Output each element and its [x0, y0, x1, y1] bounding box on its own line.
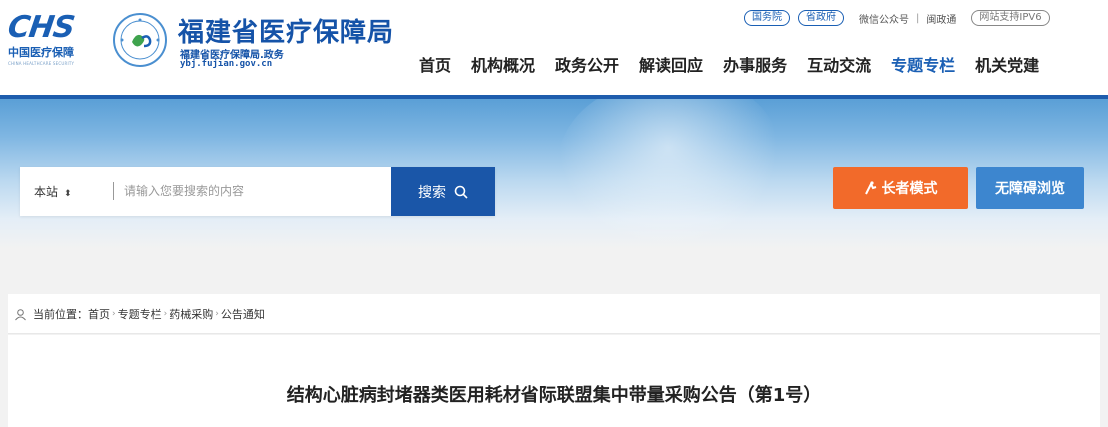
- nav-item-about[interactable]: 机构概况: [471, 52, 535, 76]
- breadcrumb-item-home[interactable]: 首页: [88, 306, 110, 322]
- site-domain: ybj.fujian.gov.cn: [180, 59, 273, 69]
- chs-logo[interactable]: CHS 中国医疗保障 CHINA HEALTHCARE SECURITY: [5, 10, 92, 66]
- sort-arrows-icon: ⬍: [64, 189, 72, 199]
- site-title[interactable]: 福建省医疗保障局: [178, 12, 394, 49]
- accessible-browse-label: 无障碍浏览: [995, 181, 1065, 197]
- elder-mode-label: 长者模式: [881, 181, 938, 197]
- chs-logo-cn-name: 中国医疗保障: [8, 46, 74, 59]
- accessible-browse-button[interactable]: 无障碍浏览: [976, 167, 1084, 209]
- search-button-label: 搜索: [418, 184, 446, 201]
- article-title: 结构心脏病封堵器类医用耗材省际联盟集中带量采购公告（第1号）: [286, 385, 822, 406]
- breadcrumb-bar: 当前位置： 首页 › 专题专栏 › 药械采购 › 公告通知: [8, 294, 1100, 334]
- nav-item-home[interactable]: 首页: [419, 52, 451, 76]
- nav-item-services[interactable]: 办事服务: [723, 52, 787, 76]
- state-council-link[interactable]: 国务院: [744, 10, 790, 26]
- banner-decoration: [558, 99, 778, 249]
- search-scope-label: 本站: [34, 185, 59, 199]
- top-links: 国务院 省政府 微信公众号 | 闽政通 网站支持IPV6: [744, 9, 1050, 27]
- article-content: 结构心脏病封堵器类医用耗材省际联盟集中带量采购公告（第1号）: [8, 335, 1100, 427]
- nav-item-gov-affairs[interactable]: 政务公开: [555, 52, 619, 76]
- chevron-right-icon: ›: [163, 309, 168, 319]
- nav-item-interpretation[interactable]: 解读回应: [639, 52, 703, 76]
- main-nav: 首页 机构概况 政务公开 解读回应 办事服务 互动交流 专题专栏 机关党建: [419, 52, 1039, 76]
- breadcrumb-item-topics[interactable]: 专题专栏: [118, 306, 162, 322]
- search-button[interactable]: 搜索: [391, 167, 495, 216]
- search-box: 本站 ⬍ 搜索: [20, 167, 495, 216]
- nav-item-party[interactable]: 机关党建: [975, 52, 1039, 76]
- search-input[interactable]: [124, 179, 394, 203]
- nav-item-interaction[interactable]: 互动交流: [807, 52, 871, 76]
- toplink-separator: |: [916, 12, 920, 24]
- site-header: CHS 中国医疗保障 CHINA HEALTHCARE SECURITY 福建省…: [0, 0, 1108, 95]
- breadcrumb: 当前位置： 首页 › 专题专栏 › 药械采购 › 公告通知: [14, 306, 265, 322]
- nav-item-topics[interactable]: 专题专栏: [891, 52, 955, 76]
- search-divider: [113, 182, 114, 200]
- breadcrumb-prefix: 当前位置：: [33, 308, 88, 321]
- search-scope-select[interactable]: 本站 ⬍: [34, 183, 72, 200]
- elder-mode-button[interactable]: 长者模式: [833, 167, 968, 209]
- chs-logo-mark: CHS: [5, 10, 77, 45]
- breadcrumb-item-notices[interactable]: 公告通知: [221, 306, 265, 322]
- search-icon: [454, 185, 468, 199]
- medical-security-seal-icon: [113, 13, 167, 67]
- ipv6-badge: 网站支持IPV6: [971, 10, 1050, 26]
- chevron-right-icon: ›: [112, 309, 116, 319]
- location-person-icon: [15, 308, 26, 320]
- elder-icon: [864, 181, 876, 195]
- minzhengtong-link[interactable]: 闽政通: [926, 11, 956, 26]
- chevron-right-icon: ›: [215, 309, 219, 319]
- chs-logo-en-name: CHINA HEALTHCARE SECURITY: [8, 61, 75, 66]
- province-gov-link[interactable]: 省政府: [798, 10, 844, 26]
- wechat-link[interactable]: 微信公众号: [859, 11, 909, 26]
- breadcrumb-item-procurement[interactable]: 药械采购: [169, 306, 213, 322]
